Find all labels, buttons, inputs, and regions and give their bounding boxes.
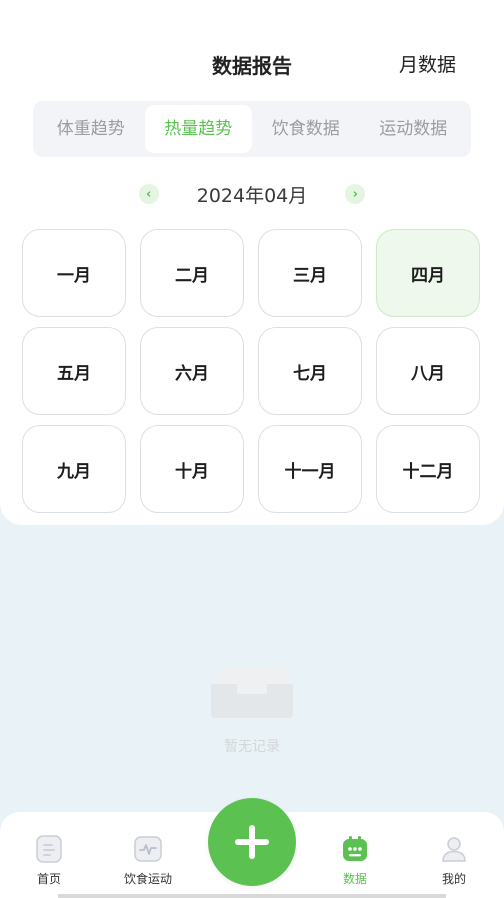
month-cell[interactable]: 十月 — [140, 425, 244, 513]
month-data-link[interactable]: 月数据 — [399, 50, 456, 77]
home-indicator — [58, 894, 446, 898]
tab-exercise-data[interactable]: 运动数据 — [360, 105, 468, 153]
month-grid: 一月 二月 三月 四月 五月 六月 七月 八月 九月 十月 十一月 十二月 — [22, 229, 482, 513]
month-cell[interactable]: 二月 — [140, 229, 244, 317]
calendar-icon — [343, 836, 367, 861]
month-cell[interactable]: 七月 — [258, 327, 362, 415]
tabbar-item-diet-exercise[interactable]: 饮食运动 — [113, 834, 183, 887]
inbox-icon — [211, 668, 293, 718]
empty-state-text: 暂无记录 — [224, 739, 280, 755]
current-month-label: 2024年04月 — [196, 184, 308, 207]
month-cell[interactable]: 六月 — [140, 327, 244, 415]
plus-icon — [235, 825, 269, 859]
chevron-left-icon[interactable]: ‹ — [138, 184, 159, 204]
tab-diet-data[interactable]: 饮食数据 — [252, 105, 360, 153]
pulse-icon — [134, 836, 162, 862]
tab-weight-trend[interactable]: 体重趋势 — [37, 105, 145, 153]
tabbar-item-data[interactable]: 数据 — [320, 834, 390, 887]
month-cell[interactable]: 五月 — [22, 327, 126, 415]
tabbar-item-me[interactable]: 我的 — [419, 834, 489, 887]
tabbar-item-home[interactable]: 首页 — [14, 834, 84, 887]
tabbar-label: 我的 — [441, 872, 466, 886]
month-cell[interactable]: 三月 — [258, 229, 362, 317]
month-navigator: ‹ 2024年04月 › — [0, 176, 504, 212]
segmented-tabs: 体重趋势 热量趋势 饮食数据 运动数据 — [33, 101, 471, 157]
month-cell[interactable]: 十一月 — [258, 425, 362, 513]
month-cell-selected[interactable]: 四月 — [376, 229, 480, 317]
month-cell[interactable]: 一月 — [22, 229, 126, 317]
top-card: 数据报告 月数据 体重趋势 热量趋势 饮食数据 运动数据 ‹ 2024年04月 … — [0, 0, 504, 525]
empty-state: 暂无记录 — [0, 662, 504, 756]
header: 数据报告 月数据 — [0, 0, 504, 100]
tabbar-label: 数据 — [342, 872, 367, 886]
document-icon — [36, 835, 62, 863]
month-cell[interactable]: 十二月 — [376, 425, 480, 513]
month-cell[interactable]: 九月 — [22, 425, 126, 513]
tabbar-label: 首页 — [36, 872, 61, 886]
month-cell[interactable]: 八月 — [376, 327, 480, 415]
user-icon — [442, 837, 466, 862]
chevron-right-icon[interactable]: › — [345, 184, 366, 204]
tabbar-label: 饮食运动 — [123, 872, 172, 886]
add-button[interactable] — [208, 798, 296, 886]
tab-calorie-trend[interactable]: 热量趋势 — [144, 105, 252, 153]
